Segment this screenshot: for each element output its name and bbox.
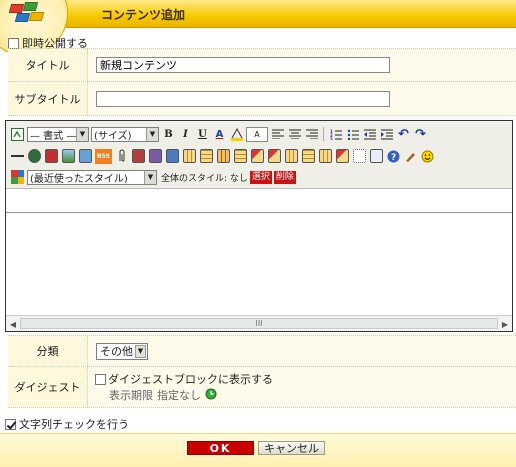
source-icon[interactable] <box>10 127 25 142</box>
bold-icon[interactable]: B <box>161 127 176 142</box>
category-label: 分類 <box>8 336 88 366</box>
title-input[interactable] <box>96 57 390 73</box>
cleanup-icon[interactable] <box>403 149 418 164</box>
media-icon[interactable] <box>148 149 163 164</box>
svg-text:3: 3 <box>330 137 333 140</box>
style-palette-icon[interactable] <box>10 170 25 185</box>
table-row-insert-icon[interactable] <box>199 149 214 164</box>
rss-icon[interactable]: RSS <box>95 148 112 164</box>
text-box-icon[interactable]: A <box>246 126 268 142</box>
meta-fields: 分類 その他 ▼ ダイジェスト ダイジェストブロックに表示する 表示期限 指定なし <box>8 335 516 408</box>
title-bar: コンテンツ追加 <box>0 0 516 56</box>
digest-checkbox-label: ダイジェストブロックに表示する <box>108 373 273 386</box>
size-select[interactable]: (サイズ) ▼ <box>91 126 159 142</box>
font-color-icon[interactable]: A <box>212 127 227 142</box>
scrollbar-thumb[interactable]: III <box>20 318 498 329</box>
preview-icon[interactable] <box>369 149 384 164</box>
string-check-label: 文字列チェックを行う <box>19 418 129 431</box>
digest-checkbox[interactable] <box>95 373 106 385</box>
digest-period-value: 指定なし <box>157 389 201 402</box>
page-title: コンテンツ追加 <box>101 8 186 22</box>
indent-icon[interactable] <box>379 127 394 142</box>
table-cell-split-icon[interactable] <box>318 149 333 164</box>
category-select[interactable]: その他 ▼ <box>96 342 148 360</box>
svg-text:?: ? <box>391 153 396 163</box>
table-cell-delete-icon[interactable] <box>284 149 299 164</box>
format-select[interactable]: — 書式 — ▼ <box>27 126 89 142</box>
table-cell-merge-icon[interactable] <box>301 149 316 164</box>
digest-period: 表示期限 指定なし <box>109 387 217 403</box>
attachment-icon[interactable] <box>114 149 129 164</box>
recent-style-select[interactable]: (最近使ったスタイル) ▼ <box>27 169 157 185</box>
title-label: タイトル <box>8 49 88 81</box>
title-row: タイトル <box>8 49 516 82</box>
subtitle-row: サブタイトル <box>8 82 516 116</box>
unordered-list-icon[interactable] <box>345 127 360 142</box>
digest-row: ダイジェスト ダイジェストブロックに表示する 表示期限 指定なし <box>8 367 516 408</box>
digest-label: ダイジェスト <box>8 367 88 407</box>
horizontal-rule-icon[interactable] <box>10 149 25 164</box>
outdent-icon[interactable] <box>362 127 377 142</box>
string-check-row[interactable]: 文字列チェックを行う <box>5 416 129 432</box>
align-center-icon[interactable] <box>287 127 302 142</box>
align-right-icon[interactable] <box>304 127 319 142</box>
ok-button[interactable]: OK <box>187 441 254 455</box>
table-cell-insert-icon[interactable] <box>267 149 282 164</box>
ordered-list-icon[interactable]: 123 <box>328 127 343 142</box>
scroll-right-icon[interactable]: ▶ <box>500 318 510 330</box>
editor-content-area[interactable] <box>6 213 512 313</box>
logo-icon <box>8 2 48 24</box>
form-icon[interactable] <box>165 149 180 164</box>
editor-toolbar: — 書式 — ▼ (サイズ) ▼ B I U A A 12 3 ↶ ↷ RSS … <box>6 121 512 189</box>
help-icon[interactable]: ? <box>386 149 401 164</box>
cancel-button[interactable]: キャンセル <box>258 441 325 455</box>
category-row: 分類 その他 ▼ <box>8 336 516 367</box>
table-row-delete-icon[interactable] <box>216 149 231 164</box>
undo-icon[interactable]: ↶ <box>396 127 411 142</box>
title-fields: タイトル サブタイトル <box>8 48 516 116</box>
anchor-icon[interactable] <box>44 149 59 164</box>
image-link-icon[interactable] <box>78 149 93 164</box>
subtitle-label: サブタイトル <box>8 82 88 115</box>
string-check-checkbox[interactable] <box>5 418 16 430</box>
table-properties-icon[interactable] <box>335 149 350 164</box>
highlight-color-icon[interactable] <box>229 127 244 142</box>
select-style-button[interactable]: 選択 <box>249 170 272 184</box>
table-icon[interactable] <box>182 149 197 164</box>
editor-format-bar <box>6 189 512 213</box>
underline-icon[interactable]: U <box>195 127 210 142</box>
smiley-icon[interactable] <box>420 149 435 164</box>
publish-now-checkbox[interactable] <box>8 37 19 49</box>
delete-style-button[interactable]: 削除 <box>273 170 296 184</box>
table-column-delete-icon[interactable] <box>250 149 265 164</box>
digest-period-label: 表示期限 <box>109 389 153 402</box>
scroll-left-icon[interactable]: ◀ <box>8 318 18 330</box>
italic-icon[interactable]: I <box>178 127 193 142</box>
rich-text-editor: — 書式 — ▼ (サイズ) ▼ B I U A A 12 3 ↶ ↷ RSS … <box>5 120 513 332</box>
global-style-label: 全体のスタイル: なし <box>161 173 248 184</box>
align-left-icon[interactable] <box>270 127 285 142</box>
image-icon[interactable] <box>61 149 76 164</box>
table-column-insert-icon[interactable] <box>233 149 248 164</box>
clock-icon[interactable] <box>205 388 217 403</box>
show-borders-icon[interactable] <box>352 149 367 164</box>
footer-bar: OK キャンセル <box>0 433 516 467</box>
subtitle-input[interactable] <box>96 90 390 107</box>
redo-icon[interactable]: ↷ <box>413 127 428 142</box>
flash-icon[interactable] <box>131 149 146 164</box>
digest-checkbox-row[interactable]: ダイジェストブロックに表示する <box>95 371 273 387</box>
link-icon[interactable] <box>27 149 42 164</box>
horizontal-scrollbar[interactable]: ◀ III ▶ <box>6 315 512 331</box>
